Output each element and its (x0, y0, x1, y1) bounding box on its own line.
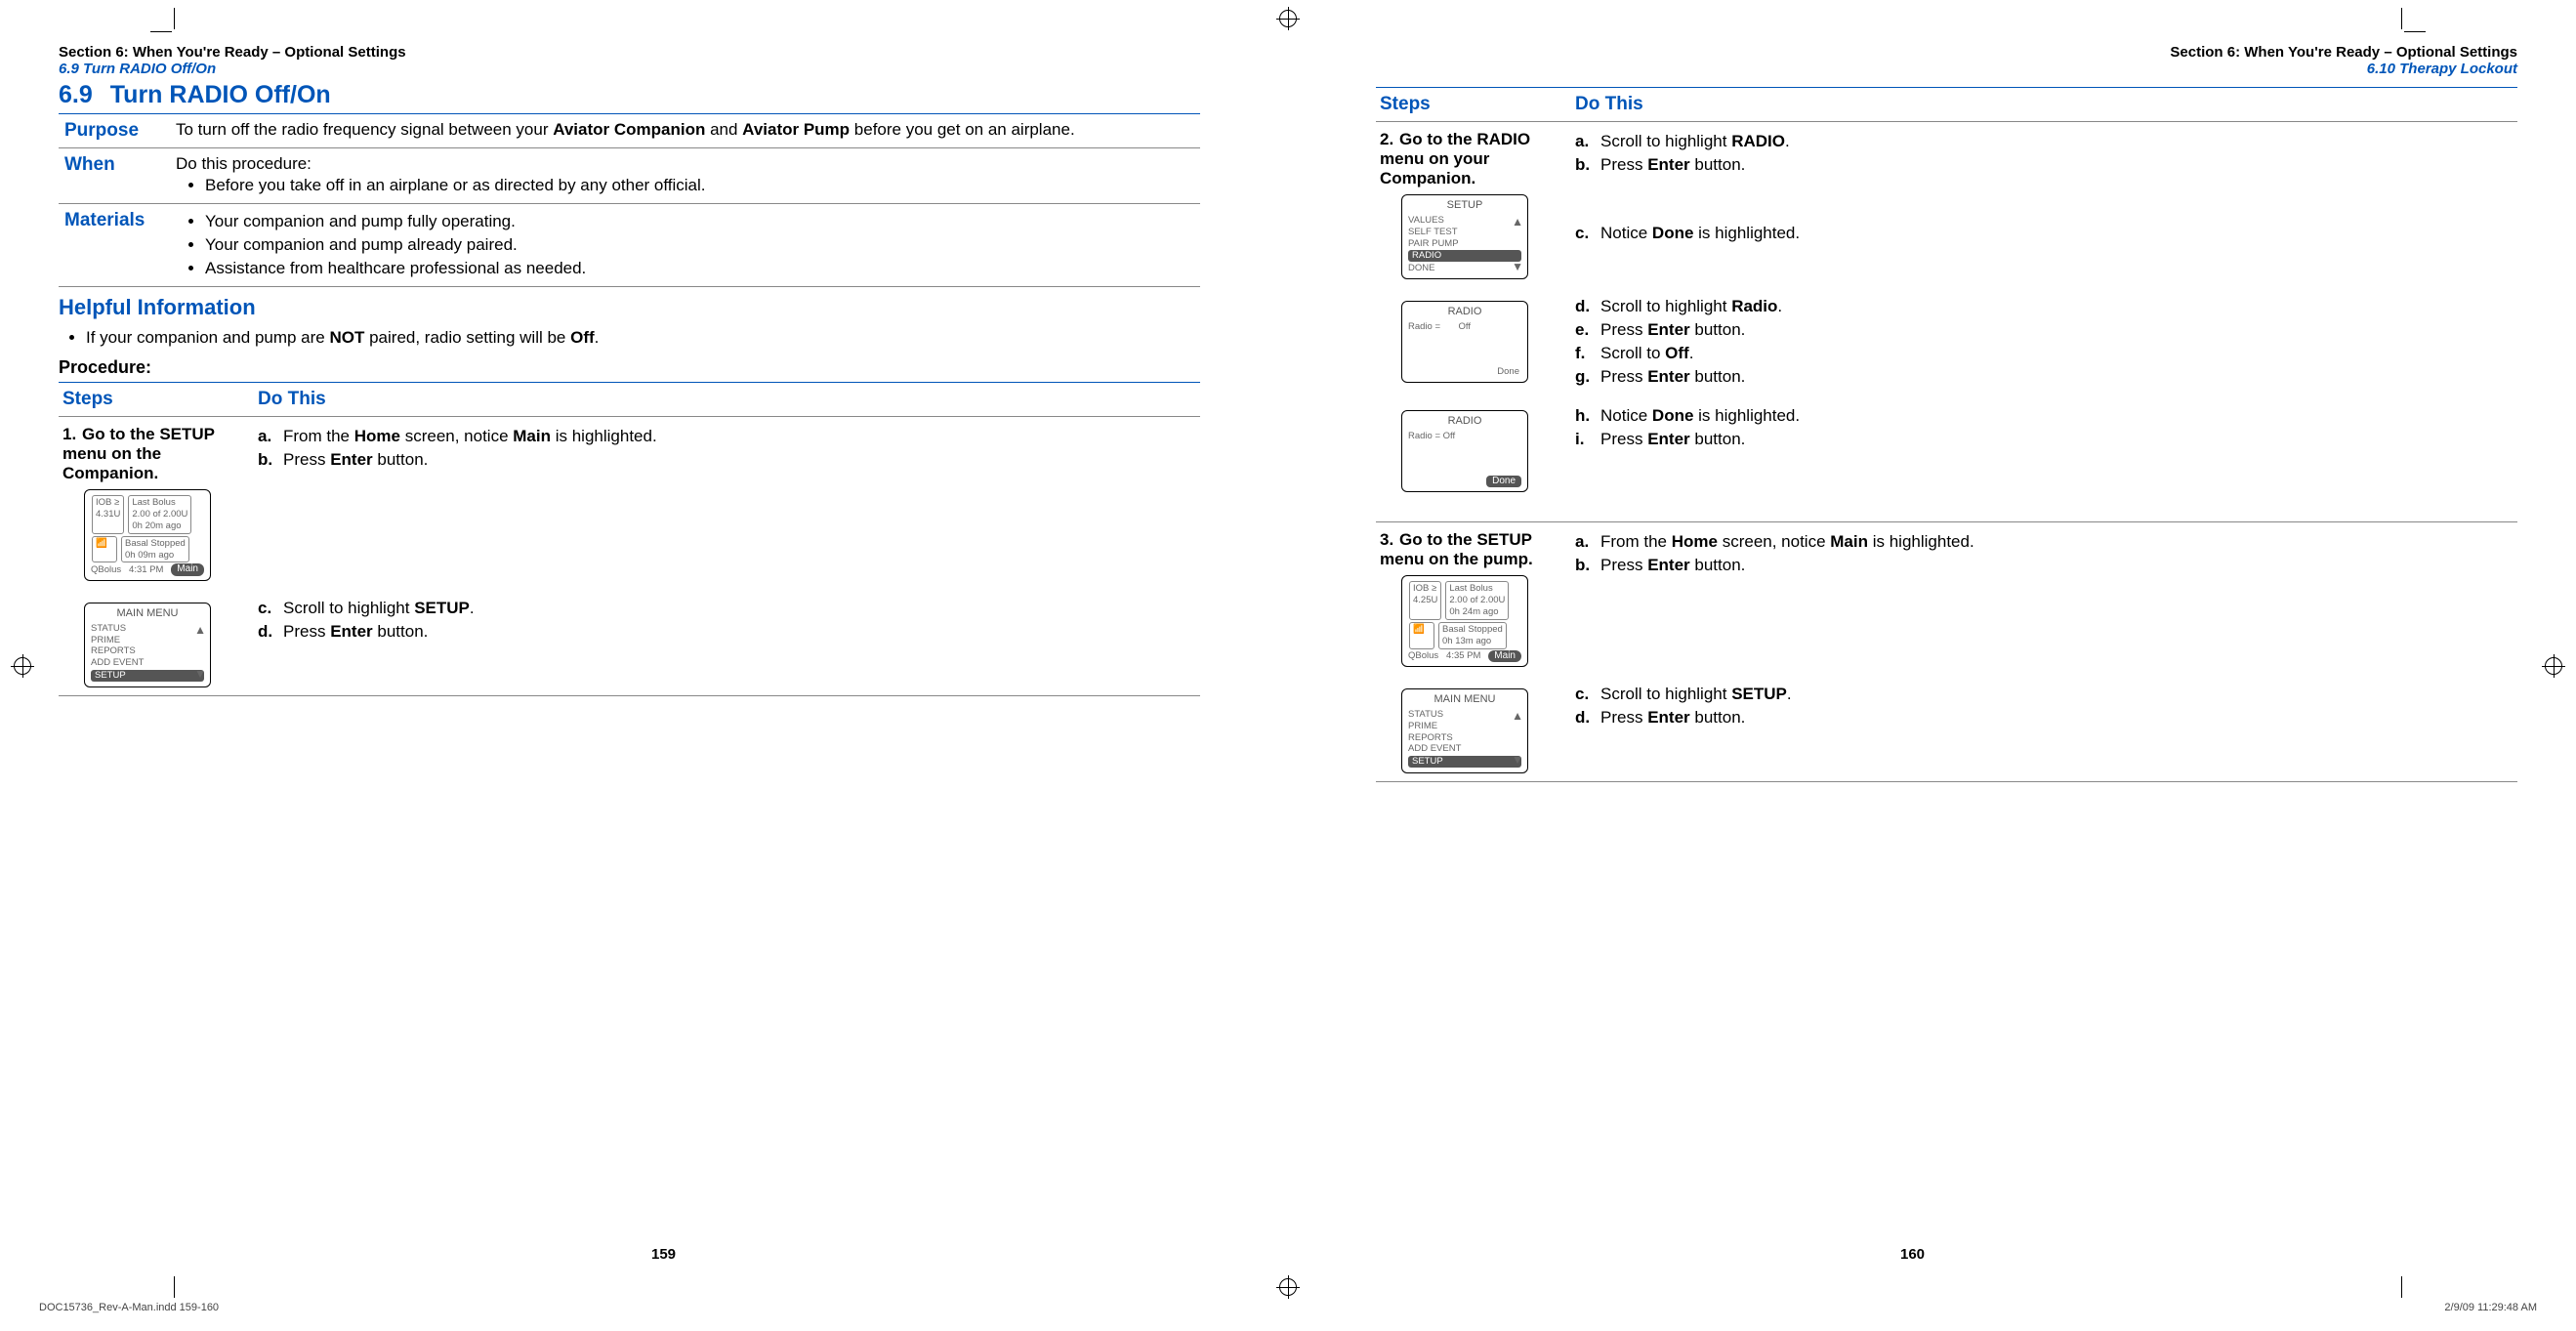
step-2-title: 2.Go to the RADIO menu on your Companion… (1380, 130, 1567, 188)
device-done-highlight: Done (1486, 476, 1521, 488)
col-steps: Steps (59, 383, 254, 417)
crop-mark (2401, 1276, 2402, 1298)
device-radio-highlight: RADIO (1408, 250, 1521, 262)
when-bullet: Before you take off in an airplane or as… (205, 174, 1196, 197)
step-cell: 1.Go to the SETUP menu on the Companion.… (59, 417, 254, 589)
step-cell: MAIN MENU STATUS PRIME REPORTS ADD EVENT… (1376, 675, 1571, 782)
registration-mark-icon (1279, 10, 1297, 27)
scroll-arrows-icon: ▲▼ (1512, 709, 1523, 768)
dothis-cell: a.Scroll to highlight RADIO. b.Press Ent… (1571, 122, 2517, 288)
dothis-cell: d.Scroll to highlight Radio. e.Press Ent… (1571, 287, 2517, 396)
materials-text: Your companion and pump fully operating.… (176, 204, 1200, 287)
substep: h.Notice Done is highlighted. (1575, 404, 2514, 428)
when-label: When (59, 148, 176, 204)
device-home-screen: IOB ≥4.31U Last Bolus2.00 of 2.00U0h 20m… (84, 489, 211, 581)
substep: d.Press Enter button. (258, 620, 1196, 644)
substep: i.Press Enter button. (1575, 428, 2514, 451)
registration-mark-icon (14, 657, 31, 675)
helpful-heading: Helpful Information (59, 295, 1200, 320)
dothis-cell: h.Notice Done is highlighted. i.Press En… (1571, 396, 2517, 522)
step-cell: MAIN MENU STATUS PRIME REPORTS ADD EVENT… (59, 589, 254, 696)
section-subheader: 6.10 Therapy Lockout (1376, 61, 2517, 77)
helpful-item: If your companion and pump are NOT paire… (86, 328, 1200, 348)
col-steps: Steps (1376, 88, 1571, 122)
device-main-menu: MAIN MENU STATUS PRIME REPORTS ADD EVENT… (84, 603, 211, 687)
dothis-cell: a.From the Home screen, notice Main is h… (254, 417, 1200, 589)
step-cell: RADIO Radio = Off Done (1376, 396, 1571, 522)
device-done-label: Done (1497, 366, 1519, 378)
substep: c.Scroll to highlight SETUP. (258, 597, 1196, 620)
signal-icon: 📶 (92, 536, 117, 563)
crop-mark (174, 1276, 175, 1298)
crop-mark (2401, 8, 2402, 29)
device-pump-main-menu: MAIN MENU STATUS PRIME REPORTS ADD EVENT… (1401, 688, 1528, 773)
substep: g.Press Enter button. (1575, 365, 2514, 389)
steps-table: Steps Do This 1.Go to the SETUP menu on … (59, 382, 1200, 696)
step-1-title: 1.Go to the SETUP menu on the Companion. (62, 425, 250, 483)
substep: b.Press Enter button. (258, 448, 1196, 472)
page-left: Section 6: When You're Ready – Optional … (39, 29, 1288, 1272)
col-dothis: Do This (254, 383, 1200, 417)
scroll-arrows-icon: ▲▼ (194, 623, 206, 682)
info-table: Purpose To turn off the radio frequency … (59, 114, 1200, 287)
registration-mark-icon (1279, 1278, 1297, 1296)
registration-mark-icon (2545, 657, 2562, 675)
page-title: 6.9 Turn RADIO Off/On (59, 81, 1200, 109)
page-spread: Section 6: When You're Ready – Optional … (39, 29, 2537, 1272)
section-header: Section 6: When You're Ready – Optional … (59, 44, 1200, 61)
title-text: Turn RADIO Off/On (110, 81, 331, 108)
page-number: 159 (39, 1246, 1288, 1263)
helpful-list: If your companion and pump are NOT paire… (59, 328, 1200, 348)
substep: a.From the Home screen, notice Main is h… (258, 425, 1196, 448)
device-pump-home: IOB ≥4.25U Last Bolus2.00 of 2.00U0h 24m… (1401, 575, 1528, 667)
substep: f.Scroll to Off. (1575, 342, 2514, 365)
step-cell: 2.Go to the RADIO menu on your Companion… (1376, 122, 1571, 288)
scroll-arrows-icon: ▲▼ (1512, 215, 1523, 274)
col-dothis: Do This (1571, 88, 2517, 122)
substep: d.Press Enter button. (1575, 706, 2514, 729)
steps-table: Steps Do This 2.Go to the RADIO menu on … (1376, 87, 2517, 782)
substep: c.Scroll to highlight SETUP. (1575, 683, 2514, 706)
substep: c.Notice Done is highlighted. (1575, 222, 2514, 245)
imprint-filename: DOC15736_Rev-A-Man.indd 159-160 (39, 1302, 219, 1313)
substep: d.Scroll to highlight Radio. (1575, 295, 2514, 318)
substep: b.Press Enter button. (1575, 554, 2514, 577)
title-number: 6.9 (59, 81, 93, 108)
device-main-highlight: Main (171, 563, 204, 576)
page-right: Section 6: When You're Ready – Optional … (1288, 29, 2537, 1272)
imprint-timestamp: 2/9/09 11:29:48 AM (2444, 1302, 2537, 1313)
device-setup-menu: SETUP VALUES SELF TEST PAIR PUMP RADIO D… (1401, 194, 1528, 279)
purpose-text: To turn off the radio frequency signal b… (176, 114, 1200, 148)
device-main-highlight: Main (1488, 650, 1521, 663)
step-3-title: 3.Go to the SETUP menu on the pump. (1380, 530, 1567, 569)
substep: a.Scroll to highlight RADIO. (1575, 130, 2514, 153)
dothis-cell: c.Scroll to highlight SETUP. d.Press Ent… (1571, 675, 2517, 782)
substep: a.From the Home screen, notice Main is h… (1575, 530, 2514, 554)
substep: b.Press Enter button. (1575, 153, 2514, 177)
materials-item: Your companion and pump already paired. (205, 233, 1196, 257)
substep: e.Press Enter button. (1575, 318, 2514, 342)
step-cell: RADIO Radio = Off Done (1376, 287, 1571, 396)
materials-item: Your companion and pump fully operating. (205, 210, 1196, 233)
dothis-cell: a.From the Home screen, notice Main is h… (1571, 522, 2517, 675)
purpose-label: Purpose (59, 114, 176, 148)
materials-item: Assistance from healthcare professional … (205, 257, 1196, 280)
procedure-label: Procedure: (59, 357, 1200, 378)
device-setup-highlight: SETUP (1408, 756, 1521, 768)
device-radio-screen: RADIO Radio = Off Done (1401, 301, 1528, 383)
step-cell: 3.Go to the SETUP menu on the pump. IOB … (1376, 522, 1571, 675)
crop-mark (174, 8, 175, 29)
materials-label: Materials (59, 204, 176, 287)
section-subheader: 6.9 Turn RADIO Off/On (59, 61, 1200, 77)
when-text: Do this procedure: Before you take off i… (176, 148, 1200, 204)
signal-icon: 📶 (1409, 622, 1434, 649)
page-number: 160 (1288, 1246, 2537, 1263)
dothis-cell: c.Scroll to highlight SETUP. d.Press Ent… (254, 589, 1200, 696)
device-radio-off-screen: RADIO Radio = Off Done (1401, 410, 1528, 492)
section-header: Section 6: When You're Ready – Optional … (1376, 44, 2517, 61)
device-setup-highlight: SETUP (91, 670, 204, 682)
